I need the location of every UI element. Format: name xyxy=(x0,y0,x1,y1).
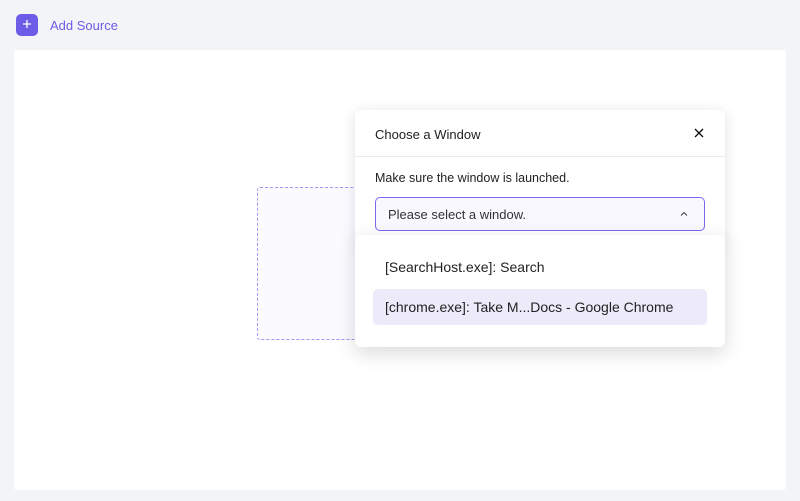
chevron-up-icon xyxy=(676,206,692,222)
add-source-label[interactable]: Add Source xyxy=(50,18,118,33)
window-option[interactable]: [SearchHost.exe]: Search xyxy=(373,249,707,285)
select-placeholder: Please select a window. xyxy=(388,207,526,222)
plus-icon xyxy=(20,17,34,34)
modal-close-button[interactable] xyxy=(689,124,709,144)
top-toolbar: Add Source xyxy=(0,0,800,50)
window-select-dropdown: [SearchHost.exe]: Search [chrome.exe]: T… xyxy=(355,235,725,347)
close-icon xyxy=(691,125,707,144)
modal-title: Choose a Window xyxy=(375,127,481,142)
add-source-button[interactable] xyxy=(16,14,38,36)
modal-header: Choose a Window xyxy=(355,110,725,157)
choose-window-modal: Choose a Window Make sure the window is … xyxy=(355,110,725,249)
modal-hint-text: Make sure the window is launched. xyxy=(375,171,705,185)
window-option[interactable]: [chrome.exe]: Take M...Docs - Google Chr… xyxy=(373,289,707,325)
window-select[interactable]: Please select a window. xyxy=(375,197,705,231)
